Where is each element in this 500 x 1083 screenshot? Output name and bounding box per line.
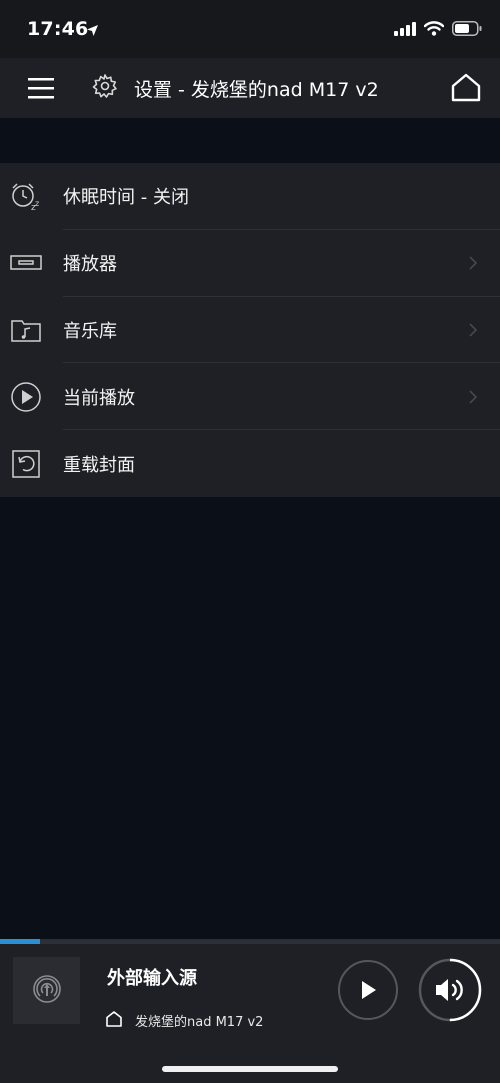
player-device-icon: [10, 247, 42, 279]
album-art[interactable]: [13, 957, 80, 1024]
music-folder-icon: [10, 314, 42, 346]
play-icon: [362, 981, 376, 999]
play-circle-icon: [10, 381, 42, 413]
chevron-right-icon: [468, 389, 478, 405]
menu-item-player[interactable]: 播放器: [0, 230, 500, 297]
menu-item-reload-covers[interactable]: 重载封面: [0, 430, 500, 497]
menu-item-label: 播放器: [63, 254, 117, 276]
input-source-icon: [30, 972, 64, 1010]
menu-item-label: 音乐库: [63, 320, 117, 342]
home-button[interactable]: [450, 72, 482, 104]
reload-cover-icon: [10, 448, 42, 480]
settings-menu: z z 休眠时间 - 关闭 播放器 音乐库 当前播放 重载封面: [0, 163, 500, 497]
page-title: 设置 - 发烧堡的nad M17 v2: [134, 78, 379, 101]
home-icon: [451, 73, 481, 102]
status-time: 17:46: [27, 18, 89, 40]
nav-bar: 设置 - 发烧堡的nad M17 v2: [0, 58, 500, 118]
battery-icon: [452, 20, 482, 40]
menu-item-music-library[interactable]: 音乐库: [0, 297, 500, 364]
play-button[interactable]: [338, 960, 398, 1020]
location-arrow-icon: [86, 22, 99, 41]
cellular-signal-icon: [394, 21, 416, 40]
home-indicator: [162, 1066, 338, 1072]
status-bar: 17:46: [0, 0, 500, 58]
wifi-icon: [423, 20, 445, 40]
chevron-right-icon: [468, 322, 478, 338]
current-device[interactable]: 发烧堡的nad M17 v2: [105, 1010, 263, 1031]
device-name: 发烧堡的nad M17 v2: [135, 1015, 264, 1030]
mini-player: 外部输入源 发烧堡的nad M17 v2: [0, 944, 500, 1083]
menu-button[interactable]: [26, 74, 58, 102]
home-small-icon: [105, 1010, 123, 1031]
volume-icon: [436, 979, 463, 1001]
track-title: 外部输入源: [107, 968, 197, 989]
menu-item-sleep-timer[interactable]: z z 休眠时间 - 关闭: [0, 163, 500, 230]
menu-item-label: 当前播放: [63, 387, 135, 409]
chevron-right-icon: [468, 255, 478, 271]
svg-text:z: z: [35, 199, 39, 208]
menu-icon: [28, 78, 54, 99]
gear-icon: [92, 73, 118, 103]
volume-button[interactable]: [418, 958, 482, 1022]
alarm-clock-sleep-icon: z z: [10, 180, 42, 212]
page-title-area: 设置 - 发烧堡的nad M17 v2: [92, 58, 410, 118]
menu-item-label: 休眠时间 - 关闭: [63, 187, 189, 209]
menu-item-label: 重载封面: [63, 454, 135, 476]
menu-item-now-playing[interactable]: 当前播放: [0, 363, 500, 431]
status-icons: [394, 20, 482, 40]
